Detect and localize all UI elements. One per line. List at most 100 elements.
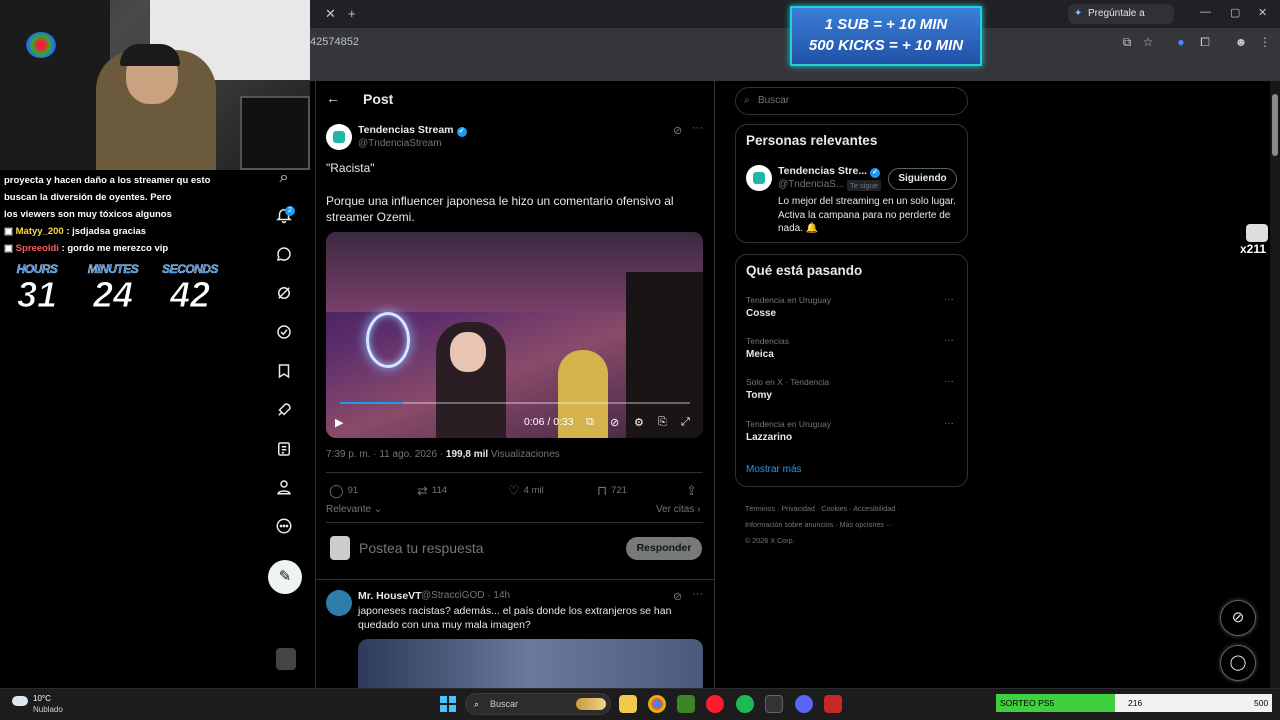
reply-button[interactable]: Responder [626, 537, 702, 560]
like-action[interactable]: ♡ 4 mil [508, 483, 544, 499]
search-input[interactable]: ⌕ Buscar [735, 87, 968, 115]
relevant-avatar[interactable] [746, 165, 772, 191]
compose-post-button[interactable]: ✎ [268, 560, 302, 594]
account-avatar[interactable] [276, 648, 296, 670]
profile-avatar-icon[interactable]: ☻ [1234, 35, 1248, 49]
repost-icon: ⇄ [417, 483, 428, 498]
trend-item[interactable]: Cosse [746, 308, 776, 319]
reply-action[interactable]: ◯ 91 [329, 483, 358, 499]
relevant-name[interactable]: Tendencias Stre... ✓ [778, 165, 881, 178]
trend-item[interactable]: Tomy [746, 390, 772, 401]
fullscreen-icon[interactable]: ⤢ [681, 416, 690, 429]
chat-username: Matyy_200 [15, 226, 64, 237]
author-avatar[interactable] [326, 124, 352, 150]
gemini-button[interactable]: ✦Pregúntale a Gemini [1068, 4, 1174, 39]
bookmark-action[interactable]: ⊓ 721 [597, 483, 627, 499]
settings-gear-icon[interactable]: ⚙ [634, 416, 644, 429]
copyright: © 2026 X Corp. [745, 536, 795, 545]
video-time: 0:06 / 0:33 [524, 416, 574, 428]
reply-author-handle[interactable]: @StracciGOD · 14h [421, 590, 510, 601]
bookmark-icon[interactable] [274, 362, 294, 382]
trend-more-icon[interactable]: ··· [944, 335, 954, 346]
repost-action[interactable]: ⇄ 114 [417, 483, 447, 499]
file-explorer-icon[interactable] [619, 695, 637, 713]
divider [326, 472, 703, 473]
video-progress-bar[interactable] [340, 402, 690, 404]
scrollbar-thumb[interactable] [1272, 94, 1278, 156]
discord-icon[interactable] [795, 695, 813, 713]
window-close-icon[interactable]: ✕ [1258, 6, 1267, 19]
messages-float-button[interactable]: ◯ [1220, 645, 1256, 681]
grok-float-button[interactable]: ⊘ [1220, 600, 1256, 636]
chat-icon[interactable] [274, 245, 294, 265]
bookmark-outline-icon: ⊓ [597, 483, 608, 498]
cast-icon[interactable]: ⧉ [1120, 35, 1134, 49]
verified-check-icon[interactable] [274, 323, 294, 343]
footer-links[interactable]: Información sobre anuncios · Más opcione… [745, 517, 965, 533]
post-more-icon[interactable]: ··· [692, 122, 703, 134]
reply-more-icon[interactable]: ··· [692, 588, 703, 600]
url-text[interactable]: 42574852 [310, 36, 359, 48]
chrome-icon[interactable] [648, 695, 666, 713]
author-name[interactable]: Tendencias Stream ✓ [358, 124, 467, 137]
kicks-rule: 500 KICKS = + 10 MIN [808, 37, 964, 54]
grok-icon[interactable] [274, 284, 294, 304]
more-icon[interactable] [274, 517, 294, 537]
weather-temp[interactable]: 10°C [33, 694, 51, 703]
post-text-line: "Racista" [326, 161, 375, 175]
list-icon[interactable] [274, 440, 294, 460]
spotify-icon[interactable] [736, 695, 754, 713]
view-quotes-link[interactable]: Ver citas › [656, 504, 700, 515]
windows-start-icon[interactable] [440, 696, 456, 712]
grok-explain-icon[interactable]: ⊘ [673, 124, 682, 137]
mute-icon[interactable]: ⊘ [610, 416, 619, 429]
captions-icon[interactable]: ⧉ [586, 416, 594, 429]
opera-icon[interactable] [706, 695, 724, 713]
trend-more-icon[interactable]: ··· [944, 376, 954, 387]
rocket-icon[interactable] [274, 401, 294, 421]
footer-links[interactable]: Términos · Privacidad · Cookies · Accesi… [745, 501, 965, 517]
kebab-menu-icon[interactable]: ⋮ [1258, 35, 1272, 49]
minutes-value: 24 [92, 274, 134, 315]
new-tab-button[interactable]: + [348, 6, 356, 21]
taskbar-search[interactable]: ⌕ Buscar [465, 693, 611, 715]
pip-icon[interactable]: ⎘ [658, 416, 667, 429]
verified-badge-icon: ✓ [870, 168, 881, 178]
profile-icon[interactable] [274, 478, 294, 498]
reply-input[interactable]: Postea tu respuesta [359, 540, 484, 556]
cloud-icon[interactable] [12, 696, 28, 706]
puzzle-icon[interactable]: ⧠ [1198, 35, 1212, 49]
bookmark-star-icon[interactable]: ☆ [1141, 35, 1155, 49]
reply-composer-avatar [330, 536, 350, 560]
share-icon: ⇪ [686, 483, 697, 498]
share-action[interactable]: ⇪ [686, 483, 701, 499]
minimize-icon[interactable]: — [1200, 6, 1211, 18]
reply-author-avatar[interactable] [326, 590, 352, 616]
scrollbar-track[interactable] [1270, 81, 1280, 688]
maximize-icon[interactable]: ▢ [1230, 6, 1240, 19]
grok-explain-icon[interactable]: ⊘ [673, 590, 682, 603]
minecraft-icon[interactable] [677, 695, 695, 713]
author-handle[interactable]: @TndenciaStream [358, 138, 442, 149]
following-button[interactable]: Siguiendo [888, 168, 957, 190]
trend-more-icon[interactable]: ··· [944, 294, 954, 305]
back-arrow-icon[interactable]: ← [326, 90, 340, 106]
reply-author-name[interactable]: Mr. HouseVT [358, 590, 422, 602]
app-icon[interactable] [824, 695, 842, 713]
play-icon[interactable]: ▶ [335, 416, 343, 429]
video-player[interactable]: ▶ 0:06 / 0:33 ⧉ ⊘ ⚙ ⎘ ⤢ [326, 232, 703, 438]
trend-item[interactable]: Lazzarino [746, 432, 792, 443]
trend-item[interactable]: Meica [746, 349, 774, 360]
app-icon[interactable] [765, 695, 783, 713]
reply-sort-dropdown[interactable]: Relevante ⌄ [326, 504, 382, 515]
relevant-handle[interactable]: @TndenciaS... [778, 179, 844, 190]
sub-rule: 1 SUB = + 10 MIN [824, 16, 948, 33]
weather-desc[interactable]: Nublado [33, 705, 63, 714]
close-tab-button[interactable]: ✕ [325, 6, 336, 22]
extension-icon[interactable]: ● [1174, 35, 1188, 49]
search-icon[interactable]: ⌕ [274, 168, 294, 188]
reply-media[interactable] [358, 639, 703, 688]
heart-icon: ♡ [508, 483, 520, 498]
show-more-link[interactable]: Mostrar más [746, 464, 802, 475]
trend-more-icon[interactable]: ··· [944, 418, 954, 429]
